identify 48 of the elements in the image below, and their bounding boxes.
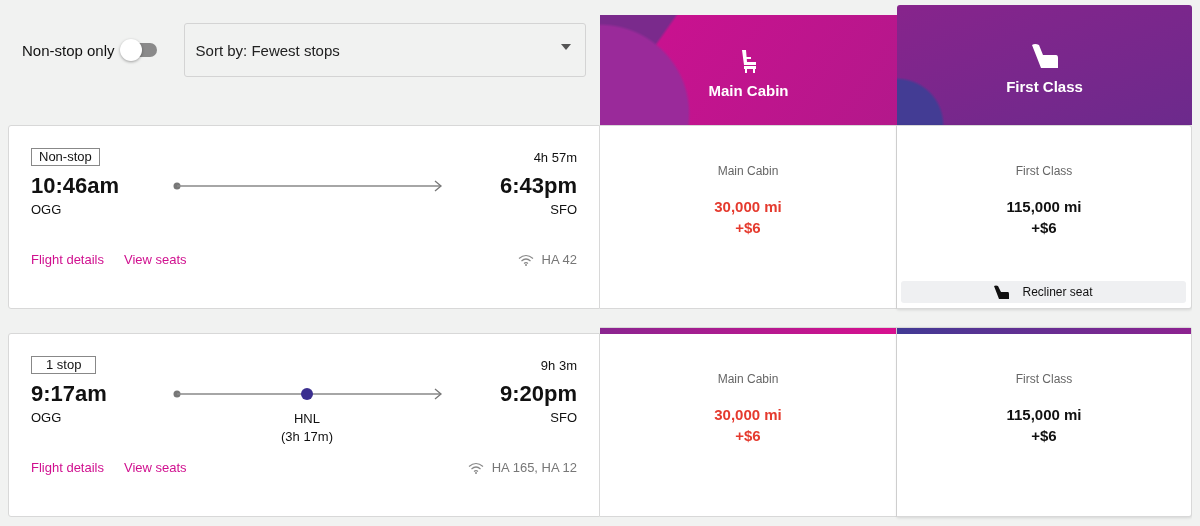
departure-time: 10:46am: [31, 172, 121, 200]
link[interactable]: View seats: [124, 460, 187, 475]
fare-fee: +$6: [1031, 427, 1057, 444]
stops-badge: 1 stop: [31, 356, 97, 374]
seat-icon: [739, 49, 758, 73]
fare-fee: +$6: [735, 427, 761, 444]
arrival-airport: SFO: [550, 202, 577, 217]
departure-airport: OGG: [31, 410, 63, 425]
fare-miles: 115,000 mi: [1006, 406, 1082, 423]
seat-icon: [1030, 43, 1059, 69]
stops-badge: Non-stop: [31, 148, 100, 166]
flight-number: HA 165, HA 12: [491, 460, 577, 475]
cabin-header[interactable]: First Class: [897, 5, 1192, 125]
cabin-label: Main Cabin: [717, 164, 779, 178]
cabin-label: First Class: [1015, 164, 1073, 178]
fare-fee: +$6: [735, 219, 761, 236]
wifi-icon: [517, 253, 534, 266]
fare-fee: +$6: [1031, 219, 1057, 236]
fare-cell[interactable]: Main Cabin 30,000 mi +$6: [600, 125, 897, 309]
arrival-time: 9:20pm: [499, 380, 577, 408]
stop-dot: [301, 388, 313, 400]
cabin-header[interactable]: Main Cabin: [600, 15, 897, 125]
fare-miles: 30,000 mi: [714, 406, 782, 423]
layover-airport: HNL: [294, 410, 320, 428]
seat-note: Recliner seat: [901, 281, 1186, 303]
departure-airport: OGG: [31, 202, 63, 217]
link[interactable]: Flight details: [31, 252, 104, 267]
cabin-label: Main Cabin: [717, 372, 779, 386]
link[interactable]: Flight details: [31, 460, 104, 475]
fare-cell[interactable]: First Class 115,000 mi +$6: [897, 327, 1192, 517]
sort-dropdown[interactable]: Sort by: Fewest stops: [183, 23, 586, 77]
fare-miles: 30,000 mi: [714, 198, 782, 215]
wifi-icon: [467, 461, 484, 474]
flight-duration: 9h 3m: [540, 357, 577, 373]
departure-time: 9:17am: [31, 380, 108, 408]
toggle-label: Non-stop only: [22, 41, 115, 59]
fare-cell[interactable]: First Class 115,000 mi +$6 Recliner seat: [897, 125, 1192, 309]
link[interactable]: View seats: [124, 252, 187, 267]
flight-number: HA 42: [541, 252, 577, 267]
arrival-airport: SFO: [550, 410, 577, 425]
seat-icon: [994, 285, 1011, 299]
layover-duration: (3h 17m): [281, 428, 333, 446]
caret-icon: [560, 44, 571, 50]
arrival-time: 6:43pm: [499, 172, 577, 200]
flight-duration: 4h 57m: [533, 149, 577, 165]
fare-cell[interactable]: Main Cabin 30,000 mi +$6: [600, 327, 897, 517]
cabin-label: First Class: [1015, 372, 1073, 386]
fare-miles: 115,000 mi: [1006, 198, 1082, 215]
